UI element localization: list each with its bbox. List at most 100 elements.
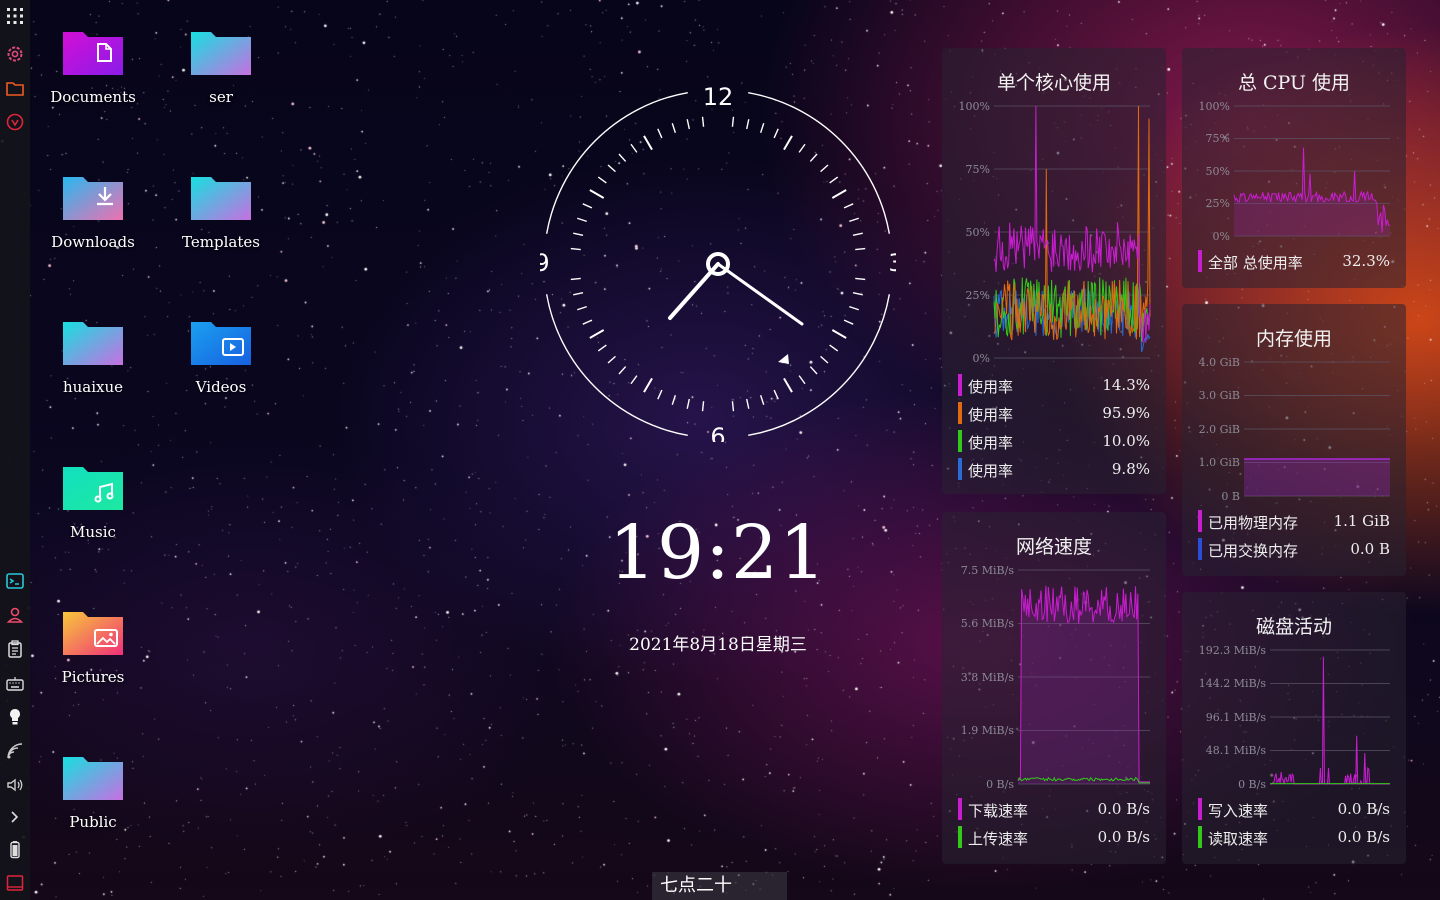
y-tick-label: 96.1 MiB/s: [1206, 711, 1267, 724]
y-tick-label: 0 B/s: [986, 778, 1014, 791]
clock-tick: [731, 401, 735, 412]
y-tick-label: 75%: [1206, 132, 1230, 145]
clock-tick: [657, 389, 663, 400]
network-icon[interactable]: [4, 740, 26, 762]
clock-tick: [686, 119, 690, 130]
clock-tick: [701, 401, 705, 412]
legend-label: 已用物理内存: [1208, 514, 1299, 532]
music-folder-icon: [62, 463, 124, 511]
legend-item: 读取速率 0.0 B/s: [1198, 826, 1390, 848]
clock-tick: [829, 344, 839, 352]
legend-item: 使用率 9.8%: [958, 458, 1150, 480]
folder-huaixue[interactable]: huaixue: [38, 318, 148, 396]
legend-value: 0.0 B: [1350, 540, 1390, 558]
legend-item: 写入速率 0.0 B/s: [1198, 798, 1390, 820]
legend-item: 下载速率 0.0 B/s: [958, 798, 1150, 820]
media-icon[interactable]: [4, 111, 26, 133]
folder-templates[interactable]: Templates: [166, 173, 276, 251]
clock-tick: [849, 217, 859, 223]
folder-music[interactable]: Music: [38, 463, 148, 541]
y-tick-label: 5.6 MiB/s: [961, 617, 1015, 630]
y-tick-label: 144.2 MiB/s: [1199, 677, 1267, 690]
icon-label: huaixue: [62, 378, 124, 396]
legend-value: 14.3%: [1102, 376, 1150, 394]
left-dock: [0, 0, 30, 900]
network-lines: [1017, 585, 1150, 784]
battery-icon[interactable]: [4, 838, 26, 860]
bulb-icon[interactable]: [4, 706, 26, 728]
files-icon[interactable]: [4, 77, 26, 99]
folder-videos[interactable]: Videos: [166, 318, 276, 396]
clock-tick: [573, 232, 584, 236]
clock-tick: [783, 135, 793, 151]
clock-tick: [577, 305, 587, 311]
clock-tick: [597, 344, 607, 352]
clock-tick: [855, 247, 866, 251]
chinese-time-label: 七点二十: [652, 872, 787, 900]
apps-grid-icon[interactable]: [4, 5, 26, 27]
clock-tick: [570, 277, 581, 281]
volume-icon[interactable]: [4, 774, 26, 796]
write-area: [1270, 656, 1390, 784]
y-tick-label: 48.1 MiB/s: [1206, 744, 1267, 757]
folder-documents[interactable]: Documents: [38, 28, 148, 106]
clock-number-3: 3: [888, 249, 896, 277]
folder-icon: [190, 28, 252, 76]
y-tick-label: 0%: [973, 352, 990, 365]
clock-tick: [701, 116, 705, 127]
icon-label: Templates: [182, 233, 260, 251]
clock-tick: [829, 176, 839, 184]
clock-tick: [809, 366, 818, 375]
legend-color: [1198, 510, 1202, 532]
y-tick-label: 7.5 MiB/s: [961, 564, 1015, 577]
legend-item: 已用交换内存 0.0 B: [1198, 538, 1390, 560]
clock-tick: [852, 232, 863, 236]
keyboard-icon[interactable]: [4, 673, 26, 695]
folder-public[interactable]: Public: [38, 753, 148, 831]
legend-label: 使用率: [968, 434, 1014, 452]
pictures-folder-icon: [62, 608, 124, 656]
widget-title: 磁盘活动: [1255, 616, 1332, 638]
legend-color: [1198, 798, 1202, 820]
expand-icon[interactable]: [4, 806, 26, 828]
y-tick-label: 50%: [966, 226, 990, 239]
clock-tick: [798, 143, 806, 153]
folder-pictures[interactable]: Pictures: [38, 608, 148, 686]
clock-number-6: 6: [710, 423, 725, 442]
clock-tick: [630, 143, 638, 153]
clock-tick: [852, 292, 863, 296]
desktop-icon[interactable]: [4, 872, 26, 894]
clock-tick: [657, 128, 663, 139]
legend-label: 已用交换内存: [1208, 542, 1299, 560]
clipboard-icon[interactable]: [4, 638, 26, 660]
clock-tick: [671, 395, 677, 405]
clock-tick: [731, 116, 735, 127]
legend-color: [1198, 538, 1202, 560]
disk-graph: 192.3 MiB/s 144.2 MiB/s 96.1 MiB/s 48.1 …: [1199, 644, 1390, 790]
folder-downloads[interactable]: Downloads: [38, 173, 148, 251]
terminal-icon[interactable]: [4, 570, 26, 592]
clock-tick: [820, 164, 829, 173]
clock-tick: [570, 247, 581, 251]
clock-tick: [849, 305, 859, 311]
icon-label: Pictures: [61, 668, 125, 686]
second-marker-icon: [778, 354, 789, 364]
clock-ring-arc: [748, 91, 891, 234]
clock-tick: [589, 189, 605, 199]
clock-tick: [607, 164, 616, 173]
y-tick-label: 192.3 MiB/s: [1199, 644, 1267, 657]
legend-value: 0.0 B/s: [1097, 828, 1150, 846]
folder-icon: [62, 318, 124, 366]
clock-tick: [798, 375, 806, 385]
user-icon[interactable]: [4, 604, 26, 626]
clock-tick: [597, 176, 607, 184]
settings-icon[interactable]: [4, 43, 26, 65]
clock-number-9: 9: [540, 249, 550, 277]
clock-tick: [843, 319, 854, 325]
legend-value: 9.8%: [1111, 460, 1150, 478]
clock-number-12: 12: [703, 86, 734, 111]
y-tick-label: 25%: [966, 289, 990, 302]
clock-tick: [686, 398, 690, 409]
folder-ser[interactable]: ser: [166, 28, 276, 106]
clock-tick: [746, 398, 750, 409]
